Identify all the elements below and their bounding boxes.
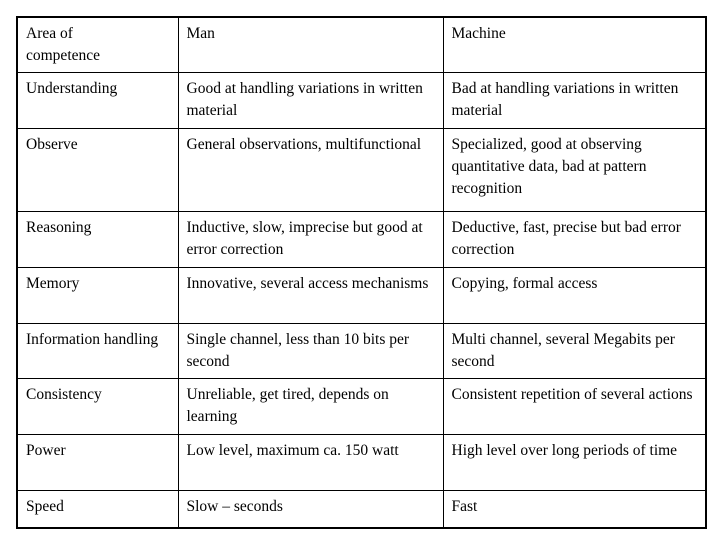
table-row: Power Low level, maximum ca. 150 watt Hi… <box>16 434 707 491</box>
table-header-row: Area of competence Man Machine <box>16 16 707 73</box>
table-row: Memory Innovative, several access mechan… <box>16 267 707 324</box>
man-vs-machine-competence-table: Area of competence Man Machine Understan… <box>16 16 707 529</box>
cell-text-area: Power <box>26 442 66 459</box>
cell-area: Understanding <box>16 72 179 129</box>
table-body: Understanding Good at handling variation… <box>16 72 707 529</box>
cell-text-man: General observations, multifunctional <box>186 136 422 153</box>
table-row: Observe General observations, multifunct… <box>16 128 707 212</box>
column-header-machine: Machine <box>442 16 707 73</box>
cell-man: Good at handling variations in written m… <box>177 72 444 129</box>
page-root: Area of competence Man Machine Understan… <box>0 0 720 540</box>
cell-text-man: Inductive, slow, imprecise but good at e… <box>186 219 423 258</box>
cell-text-machine: Specialized, good at observing quantitat… <box>451 136 647 197</box>
cell-machine: Deductive, fast, precise but bad error c… <box>442 211 707 268</box>
table-header: Area of competence Man Machine <box>16 16 707 73</box>
cell-machine: Multi channel, several Megabits per seco… <box>442 323 707 379</box>
cell-area: Power <box>16 434 179 491</box>
cell-text-area: Reasoning <box>26 219 92 236</box>
table-container: Area of competence Man Machine Understan… <box>16 16 707 529</box>
cell-text-man: Low level, maximum ca. 150 watt <box>186 442 399 459</box>
cell-man: Innovative, several access mechanisms <box>177 267 444 324</box>
table-row: Consistency Unreliable, get tired, depen… <box>16 378 707 435</box>
column-header-text: Man <box>186 25 215 42</box>
table-row: Reasoning Inductive, slow, imprecise but… <box>16 211 707 268</box>
cell-machine: Copying, formal access <box>442 267 707 324</box>
column-header-man: Man <box>177 16 444 73</box>
cell-text-man: Unreliable, get tired, depends on learni… <box>186 386 389 425</box>
cell-text-man: Good at handling variations in written m… <box>186 80 423 119</box>
cell-text-area: Information handling <box>26 331 159 348</box>
cell-text-area: Observe <box>26 136 78 153</box>
cell-text-area: Speed <box>26 498 64 515</box>
cell-area: Information handling <box>16 323 179 379</box>
cell-text-area: Memory <box>26 275 80 292</box>
cell-machine: Bad at handling variations in written ma… <box>442 72 707 129</box>
cell-area: Consistency <box>16 378 179 435</box>
cell-text-machine: Copying, formal access <box>451 275 598 292</box>
cell-man: Low level, maximum ca. 150 watt <box>177 434 444 491</box>
table-row: Speed Slow – seconds Fast <box>16 490 707 529</box>
column-header-text: Machine <box>451 25 506 42</box>
cell-text-machine: Deductive, fast, precise but bad error c… <box>451 219 681 258</box>
cell-text-machine: High level over long periods of time <box>451 442 678 459</box>
cell-text-machine: Bad at handling variations in written ma… <box>451 80 679 119</box>
cell-text-area: Understanding <box>26 80 118 97</box>
cell-text-man: Slow – seconds <box>186 498 283 515</box>
cell-machine: Fast <box>442 490 707 529</box>
cell-man: Single channel, less than 10 bits per se… <box>177 323 444 379</box>
cell-machine: Consistent repetition of several actions <box>442 378 707 435</box>
column-header-text: Area of competence <box>26 25 101 64</box>
cell-machine: High level over long periods of time <box>442 434 707 491</box>
cell-machine: Specialized, good at observing quantitat… <box>442 128 707 212</box>
cell-text-machine: Consistent repetition of several actions <box>451 386 693 403</box>
table-row: Understanding Good at handling variation… <box>16 72 707 129</box>
table-row: Information handling Single channel, les… <box>16 323 707 379</box>
cell-text-machine: Multi channel, several Megabits per seco… <box>451 331 675 370</box>
cell-man: Slow – seconds <box>177 490 444 529</box>
cell-text-machine: Fast <box>451 498 478 515</box>
cell-area: Speed <box>16 490 179 529</box>
cell-man: Inductive, slow, imprecise but good at e… <box>177 211 444 268</box>
cell-text-man: Innovative, several access mechanisms <box>186 275 429 292</box>
cell-text-man: Single channel, less than 10 bits per se… <box>186 331 410 370</box>
cell-man: Unreliable, get tired, depends on learni… <box>177 378 444 435</box>
cell-text-area: Consistency <box>26 386 102 403</box>
cell-area: Memory <box>16 267 179 324</box>
cell-man: General observations, multifunctional <box>177 128 444 212</box>
cell-area: Observe <box>16 128 179 212</box>
cell-area: Reasoning <box>16 211 179 268</box>
column-header-area-of-competence: Area of competence <box>16 16 179 73</box>
